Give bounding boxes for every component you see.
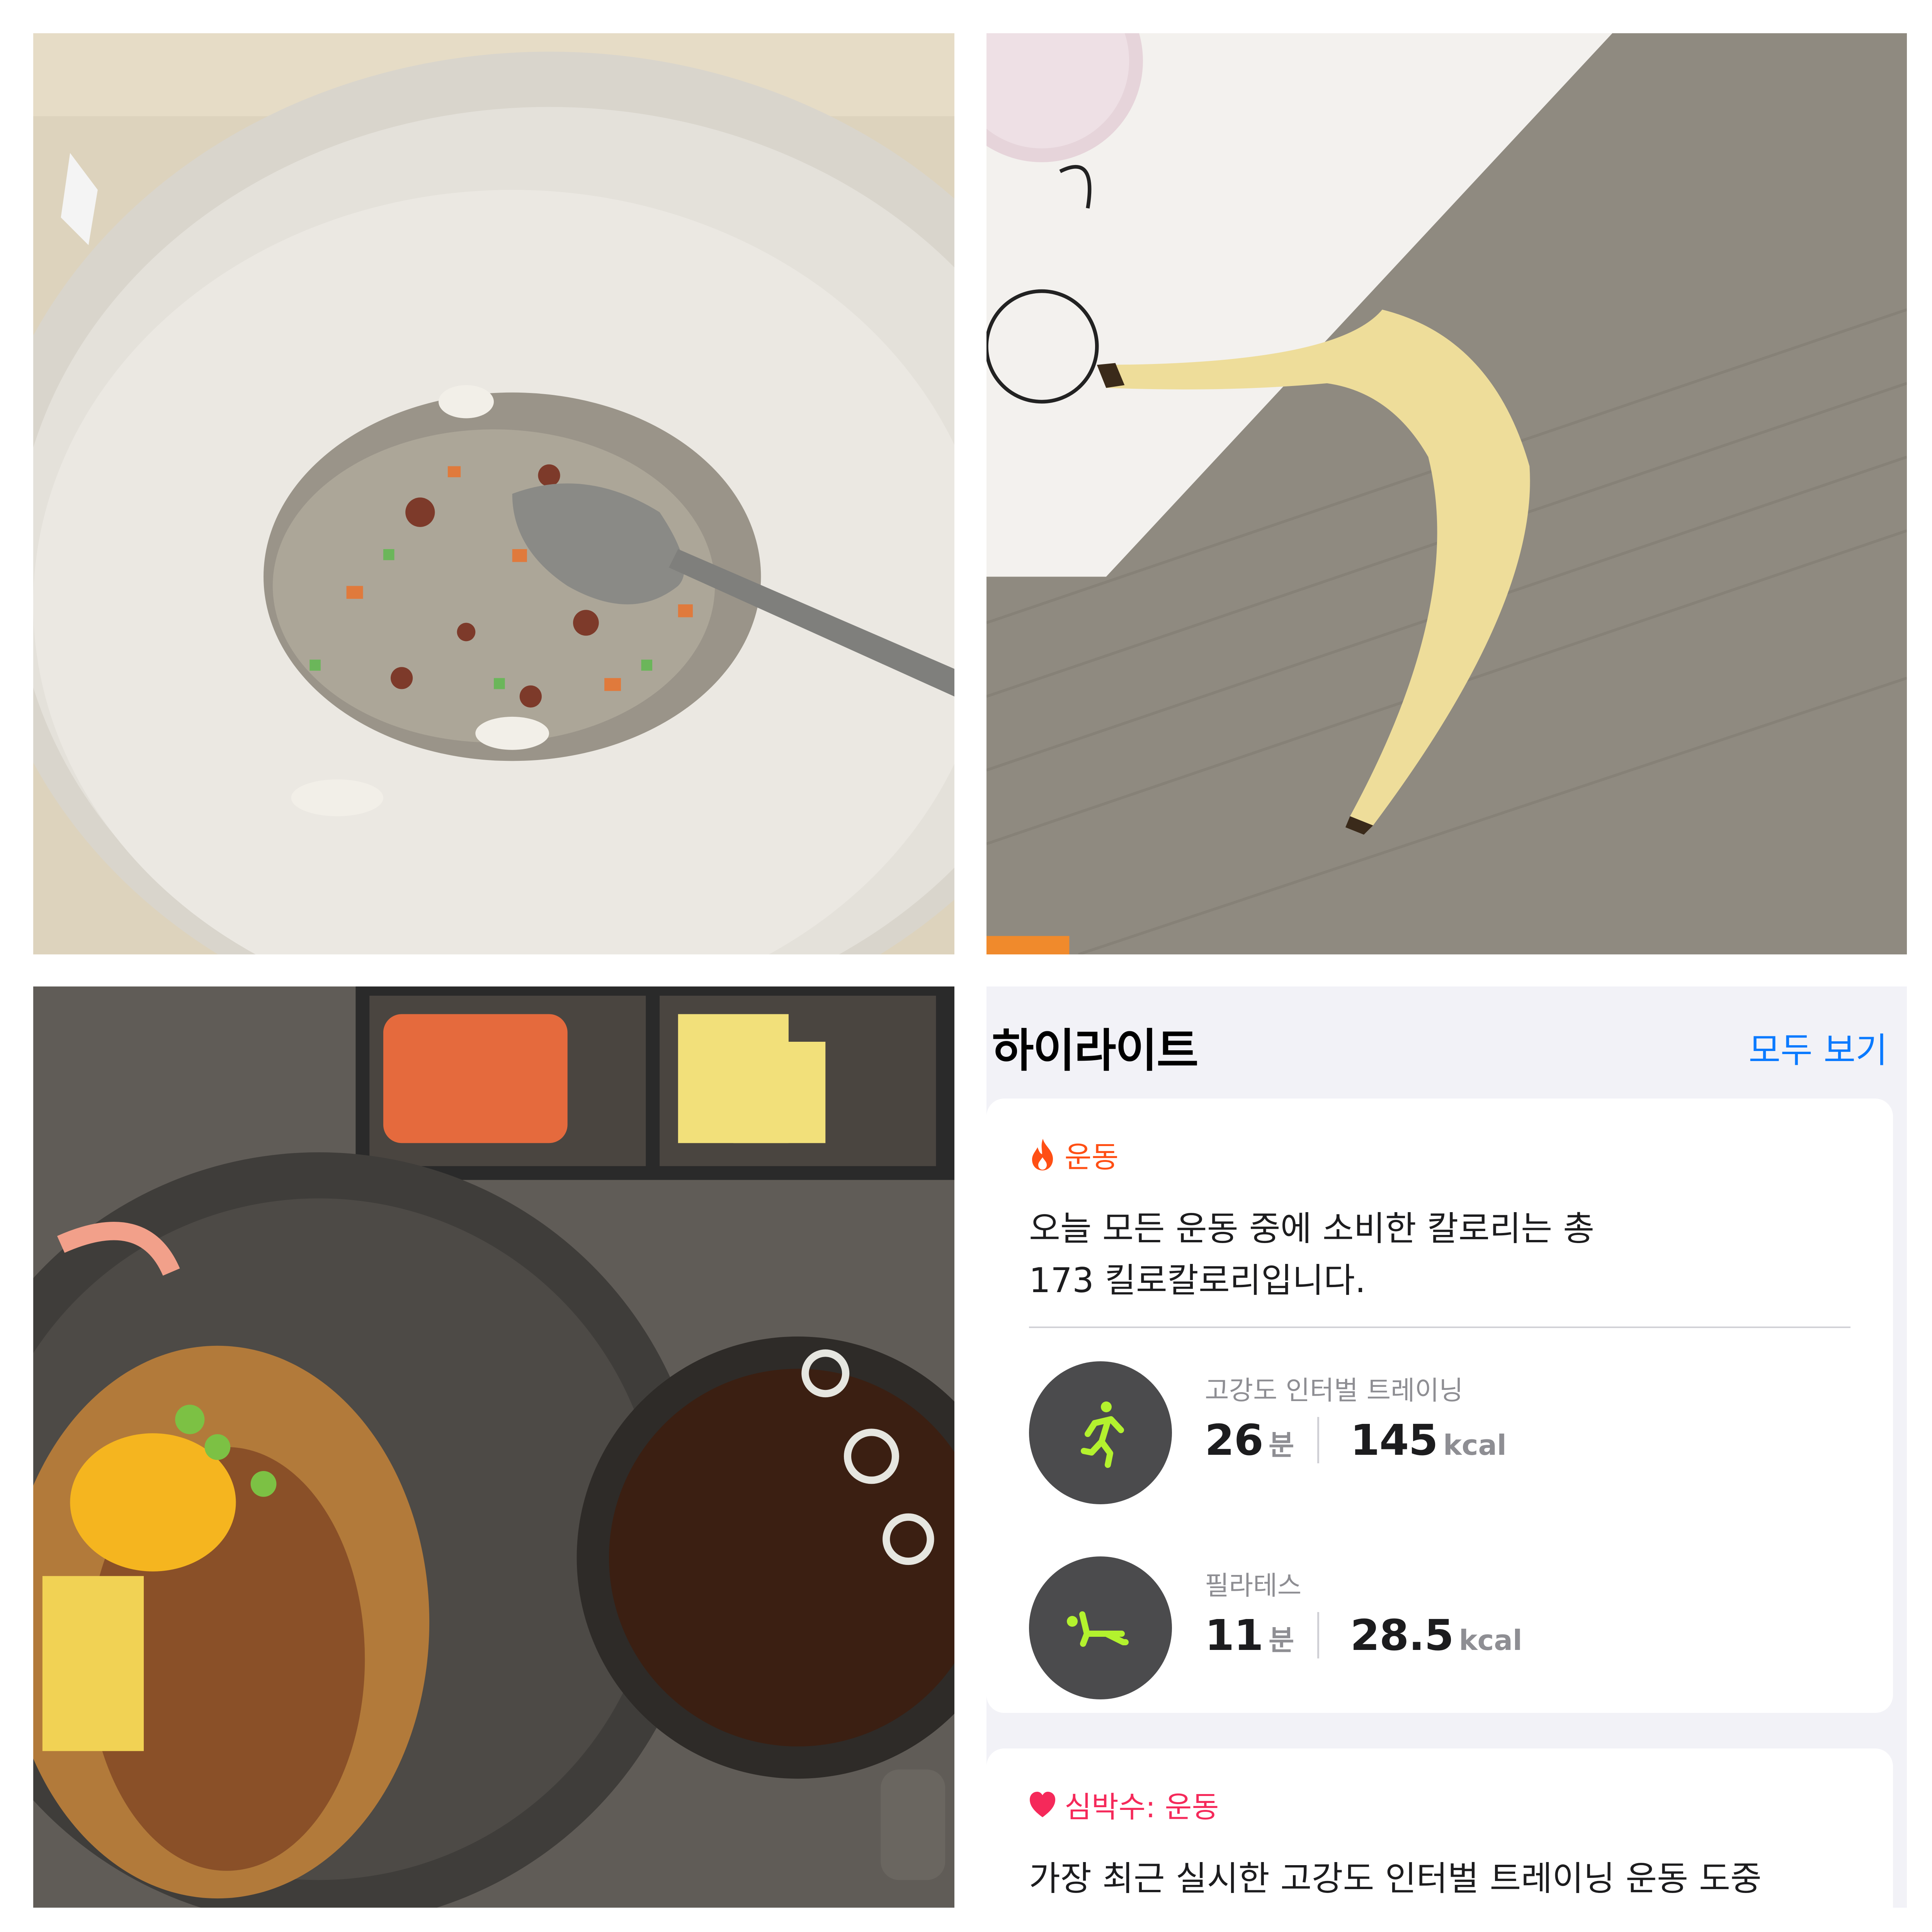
activity-name: 고강도 인터벌 트레이닝 (1205, 1376, 1463, 1406)
activity-badge (1029, 1361, 1172, 1504)
workout-summary-line-2: 173 킬로칼로리입니다. (1029, 1260, 1366, 1300)
heart-category: 심박수: 운동 (1029, 1783, 1219, 1826)
banana-photo (986, 33, 1907, 954)
donburi-meal-photo (33, 986, 954, 1908)
activity-row-pilates[interactable]: 필라테스 11 분 28.5 kcal (1029, 1556, 1854, 1699)
duration-unit: 분 (1269, 1624, 1294, 1656)
photo-collage: 하이라이트 모두 보기 운동 오늘 모든 운동 중에 소비한 칼로리는 총 17… (0, 0, 1932, 1932)
heart-summary: 가장 최근 실시한 고강도 인터벌 트레이닝 운동 도중 (1029, 1853, 1854, 1905)
energy-value: 28.5 (1350, 1611, 1454, 1660)
highlights-title: 하이라이트 (992, 1024, 1199, 1077)
highlights-header: 하이라이트 모두 보기 (992, 1014, 1888, 1077)
rice-bowl-image (33, 33, 954, 954)
heart-icon (1030, 1792, 1055, 1817)
show-all-link[interactable]: 모두 보기 (1748, 1022, 1888, 1072)
duration-value: 11 (1205, 1611, 1264, 1660)
workout-summary-line-1: 오늘 모든 운동 중에 소비한 칼로리는 총 (1029, 1209, 1595, 1248)
running-figure-icon (1081, 1401, 1124, 1468)
heart-rate-highlight-card[interactable]: 심박수: 운동 가장 최근 실시한 고강도 인터벌 트레이닝 운동 도중 (986, 1748, 1893, 1908)
workout-summary: 오늘 모든 운동 중에 소비한 칼로리는 총 173 킬로칼로리입니다. (1029, 1203, 1854, 1306)
energy-unit: kcal (1459, 1624, 1522, 1656)
donburi-meal-image (33, 986, 954, 1908)
pilates-figure-icon (1067, 1611, 1129, 1647)
workout-category: 운동 (1029, 1133, 1119, 1176)
activity-row-hiit[interactable]: 고강도 인터벌 트레이닝 26 분 145 kcal (1029, 1361, 1854, 1504)
banana-image (986, 33, 1907, 954)
activity-stats: 11 분 28.5 kcal (1205, 1611, 1522, 1660)
duration-unit: 분 (1269, 1429, 1294, 1461)
heart-summary-line-1: 가장 최근 실시한 고강도 인터벌 트레이닝 운동 도중 (1029, 1859, 1762, 1898)
stat-separator (1317, 1612, 1320, 1658)
activity-badge (1029, 1556, 1172, 1699)
flame-icon (1032, 1139, 1053, 1170)
heart-category-label: 심박수: 운동 (1065, 1790, 1219, 1824)
workout-highlight-card[interactable]: 운동 오늘 모든 운동 중에 소비한 칼로리는 총 173 킬로칼로리입니다. (986, 1099, 1893, 1713)
health-highlights-screen: 하이라이트 모두 보기 운동 오늘 모든 운동 중에 소비한 칼로리는 총 17… (986, 986, 1907, 1908)
rice-bowl-photo (33, 33, 954, 954)
workout-category-label: 운동 (1065, 1140, 1119, 1174)
stat-separator (1317, 1417, 1320, 1463)
energy-unit: kcal (1443, 1429, 1507, 1461)
activity-stats: 26 분 145 kcal (1205, 1415, 1507, 1465)
energy-value: 145 (1350, 1415, 1438, 1465)
duration-value: 26 (1205, 1415, 1264, 1465)
card-divider (1029, 1327, 1850, 1328)
activity-name: 필라테스 (1205, 1571, 1302, 1601)
